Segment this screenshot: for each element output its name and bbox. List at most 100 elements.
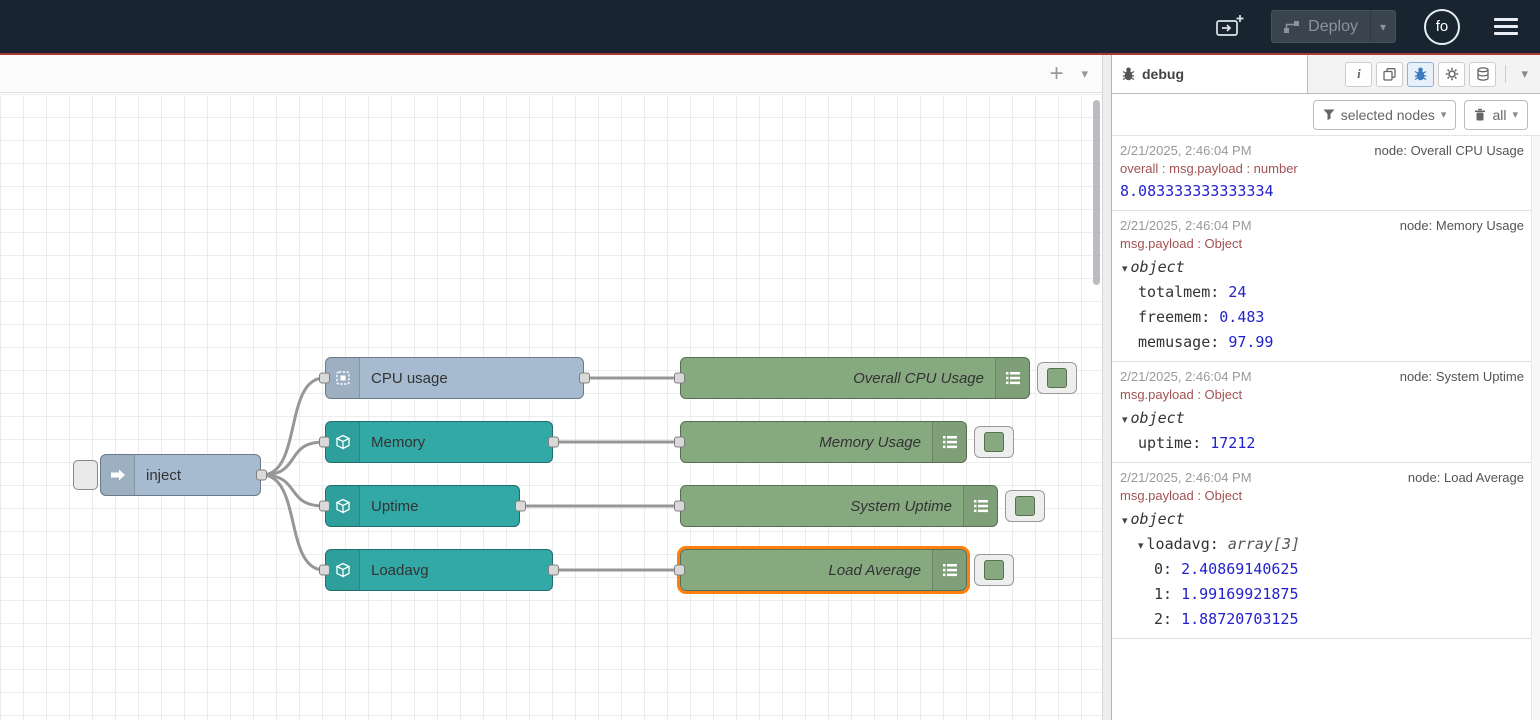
deploy-options-button[interactable]: ▾: [1370, 11, 1395, 42]
config-tab-button[interactable]: [1438, 62, 1465, 87]
tab-debug[interactable]: debug: [1112, 55, 1308, 93]
input-port[interactable]: [674, 373, 685, 384]
debug-toggle-button[interactable]: [974, 554, 1014, 586]
assistant-icon[interactable]: [1215, 14, 1245, 40]
debug-message[interactable]: 2/21/2025, 2:46:04 PM node: System Uptim…: [1112, 362, 1540, 463]
debug-toggle-button[interactable]: [1005, 490, 1045, 522]
collapse-caret-icon[interactable]: ▾: [1122, 262, 1128, 275]
canvas-scrollbar[interactable]: [1093, 100, 1100, 285]
deploy-icon: [1284, 20, 1300, 34]
inject-arrow-icon: [101, 455, 135, 495]
array-index: 0: [1154, 560, 1181, 578]
main-menu-icon[interactable]: [1490, 14, 1522, 39]
node-label: CPU usage: [360, 358, 583, 398]
array-type: array[3]: [1228, 535, 1300, 553]
debug-message[interactable]: 2/21/2025, 2:46:04 PM node: Memory Usage…: [1112, 211, 1540, 362]
node-label: Memory Usage: [681, 422, 932, 462]
node-cpu-usage[interactable]: CPU usage: [325, 357, 584, 399]
input-port[interactable]: [319, 565, 330, 576]
node-inject[interactable]: inject: [100, 454, 261, 496]
clear-button[interactable]: all ▾: [1464, 100, 1528, 130]
sidebar-resize-handle[interactable]: [1102, 55, 1112, 720]
workspace: + ▾ inject: [0, 55, 1540, 720]
wire[interactable]: [262, 475, 324, 506]
debug-messages: 2/21/2025, 2:46:04 PM node: Overall CPU …: [1112, 136, 1540, 720]
node-uptime[interactable]: Uptime: [325, 485, 520, 527]
collapse-caret-icon[interactable]: ▾: [1122, 413, 1128, 426]
array-value: 1.99169921875: [1181, 585, 1298, 603]
node-system-uptime[interactable]: System Uptime: [680, 485, 998, 527]
avatar-initials: fo: [1436, 18, 1449, 35]
node-loadavg[interactable]: Loadavg: [325, 549, 553, 591]
debug-list-icon: [932, 422, 966, 462]
info-tab-button[interactable]: i: [1345, 62, 1372, 87]
wire[interactable]: [262, 442, 324, 475]
bug-icon: [1122, 67, 1135, 81]
cube-icon: [326, 550, 360, 590]
gear-icon: [1445, 67, 1459, 81]
input-port[interactable]: [319, 437, 330, 448]
object-value: 97.99: [1228, 333, 1273, 351]
message-timestamp: 2/21/2025, 2:46:04 PM: [1120, 369, 1252, 384]
message-value: 8.083333333333334: [1120, 182, 1524, 200]
input-port[interactable]: [319, 373, 330, 384]
message-timestamp: 2/21/2025, 2:46:04 PM: [1120, 470, 1252, 485]
array-value: 2.40869140625: [1181, 560, 1298, 578]
debug-toggle-button[interactable]: [974, 426, 1014, 458]
output-port[interactable]: [548, 437, 559, 448]
chevron-down-icon: ▾: [1512, 108, 1518, 121]
object-key: freemem: [1138, 308, 1219, 326]
node-label: inject: [135, 455, 260, 495]
debug-message[interactable]: 2/21/2025, 2:46:04 PM node: Overall CPU …: [1112, 136, 1540, 211]
node-memory-usage[interactable]: Memory Usage: [680, 421, 967, 463]
tab-label: debug: [1142, 66, 1184, 82]
object-value: 24: [1228, 283, 1246, 301]
flow-canvas: + ▾ inject: [0, 55, 1102, 720]
node-overall-cpu-usage[interactable]: Overall CPU Usage: [680, 357, 1030, 399]
input-port[interactable]: [674, 501, 685, 512]
input-port[interactable]: [674, 565, 685, 576]
inject-trigger-button[interactable]: [73, 460, 98, 490]
node-label: Uptime: [360, 486, 519, 526]
message-node: node: Memory Usage: [1400, 218, 1524, 233]
flow-list-button[interactable]: ▾: [1081, 66, 1088, 82]
message-node: node: Overall CPU Usage: [1374, 143, 1524, 158]
help-docs-icon: [1383, 68, 1396, 81]
object-label: object: [1131, 409, 1185, 427]
object-key: memusage: [1138, 333, 1228, 351]
input-port[interactable]: [674, 437, 685, 448]
filter-button[interactable]: selected nodes ▾: [1313, 100, 1457, 130]
object-key: totalmem: [1138, 283, 1228, 301]
toolbar-separator: [1505, 65, 1506, 83]
add-flow-button[interactable]: +: [1049, 62, 1063, 86]
user-avatar[interactable]: fo: [1424, 9, 1460, 45]
deploy-button[interactable]: Deploy ▾: [1271, 10, 1396, 43]
context-tab-button[interactable]: [1469, 62, 1496, 87]
debug-toggle-button[interactable]: [1037, 362, 1077, 394]
message-timestamp: 2/21/2025, 2:46:04 PM: [1120, 143, 1252, 158]
collapse-caret-icon[interactable]: ▾: [1138, 539, 1144, 552]
sidebar-scrollbar[interactable]: [1531, 136, 1540, 720]
debug-list-icon: [963, 486, 997, 526]
node-memory[interactable]: Memory: [325, 421, 553, 463]
output-port[interactable]: [548, 565, 559, 576]
debug-tab-button[interactable]: [1407, 62, 1434, 87]
help-tab-button[interactable]: [1376, 62, 1403, 87]
debug-list-icon: [995, 358, 1029, 398]
sidebar-menu-button[interactable]: ▾: [1515, 66, 1534, 82]
debug-message[interactable]: 2/21/2025, 2:46:04 PM node: Load Average…: [1112, 463, 1540, 639]
sidebar: debug i ▾: [1112, 55, 1540, 720]
collapse-caret-icon[interactable]: ▾: [1122, 514, 1128, 527]
output-port[interactable]: [256, 470, 267, 481]
output-port[interactable]: [515, 501, 526, 512]
object-value: 0.483: [1219, 308, 1264, 326]
canvas-grid[interactable]: inject CPU usage Memory: [0, 94, 1102, 720]
funnel-icon: [1323, 109, 1335, 121]
node-load-average[interactable]: Load Average: [680, 549, 967, 591]
info-icon: i: [1357, 66, 1361, 82]
trash-icon: [1474, 108, 1486, 121]
input-port[interactable]: [319, 501, 330, 512]
chevron-down-icon: ▾: [1441, 108, 1447, 121]
output-port[interactable]: [579, 373, 590, 384]
node-label: Load Average: [681, 550, 932, 590]
